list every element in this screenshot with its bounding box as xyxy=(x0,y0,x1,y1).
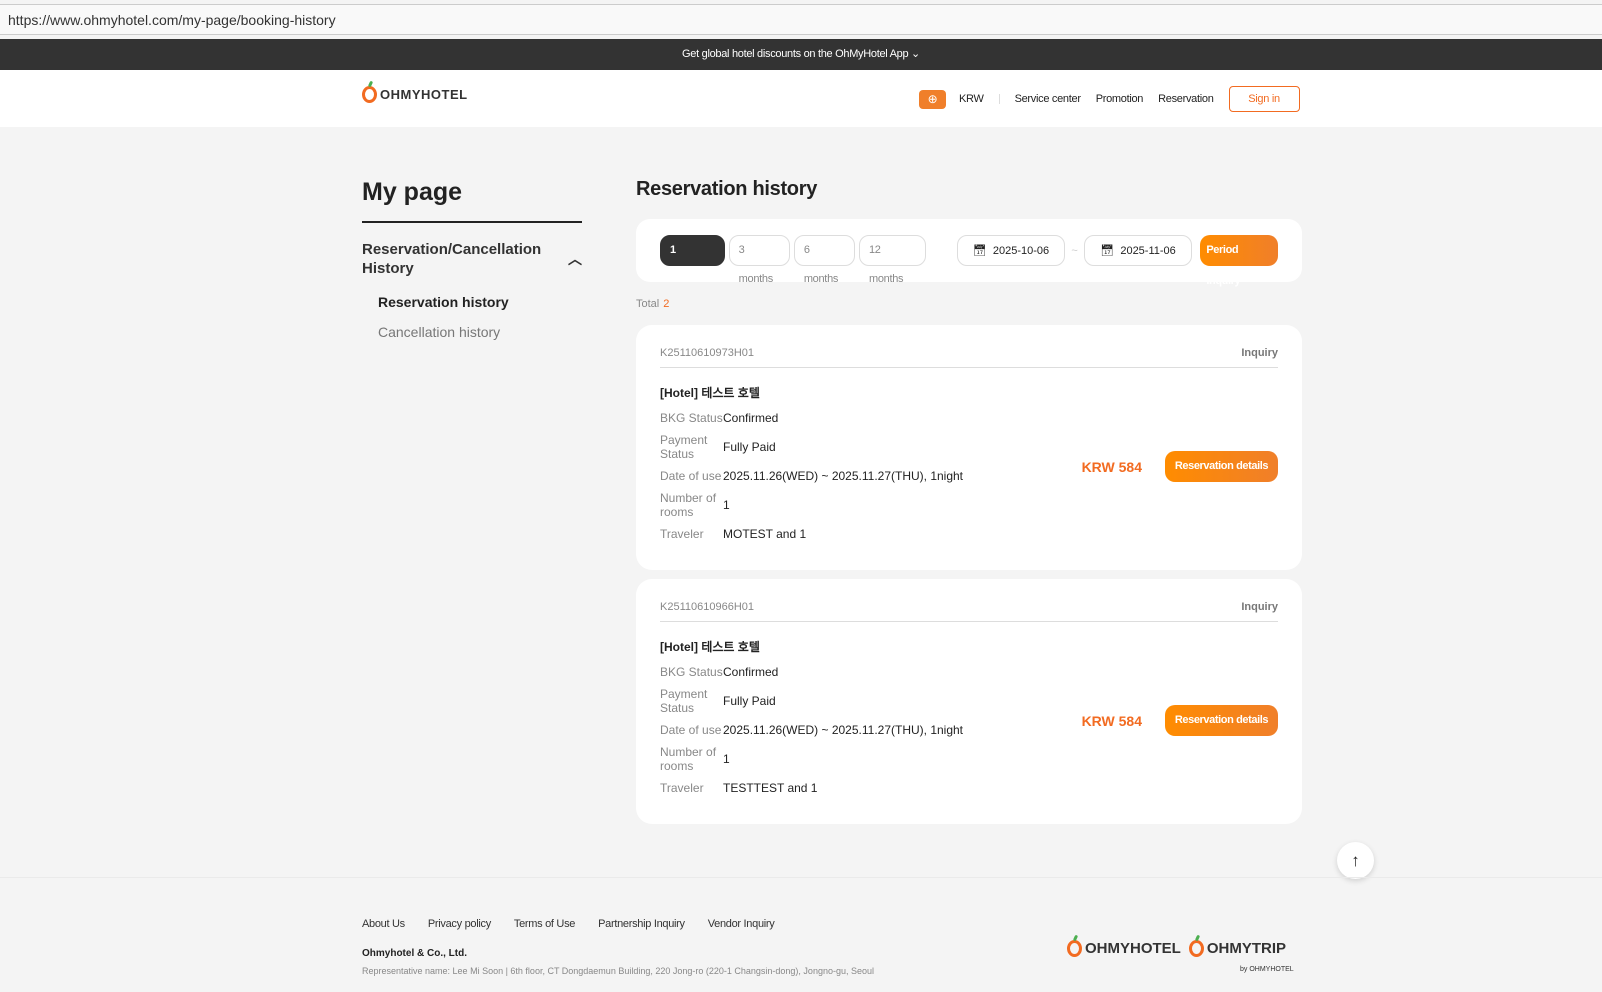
booking-status: Confirmed xyxy=(723,411,779,425)
label: Payment Status xyxy=(660,687,708,715)
booking-price: KRW 584 xyxy=(1081,713,1142,729)
site-header: OHMYHOTEL ⊕ KRW Service center Promotion… xyxy=(0,70,1602,127)
nav-promotion[interactable]: Promotion xyxy=(1096,93,1144,105)
reservation-details-button[interactable]: Reservation details xyxy=(1165,705,1278,736)
address-bar[interactable]: https://www.ohmyhotel.com/my-page/bookin… xyxy=(0,4,1602,35)
period-6-months[interactable]: 6 months xyxy=(793,235,855,285)
logo-text: OHMYHOTEL xyxy=(380,87,468,102)
total-value: 2 xyxy=(663,298,670,310)
sidebar-title: My page xyxy=(362,178,582,223)
footer-link-terms[interactable]: Terms of Use xyxy=(514,918,576,930)
scroll-to-top-button[interactable]: ↑ xyxy=(1337,842,1374,879)
booking-card: K25110610973H01 Inquiry [Hotel] 테스트 호텔 BK… xyxy=(636,325,1302,570)
inquiry-link[interactable]: Inquiry xyxy=(1241,347,1278,359)
calendar-icon: 📅︎ xyxy=(972,245,987,257)
sidebar: My page Reservation/Cancellation History… xyxy=(362,178,582,340)
period-1-month[interactable]: 1 months xyxy=(660,235,725,285)
start-date-field[interactable]: 📅︎ 2025-10-06 xyxy=(956,235,1066,266)
chevron-up-icon: ︿ xyxy=(568,250,582,267)
ohmyhotel-logo: OHMYHOTEL xyxy=(1085,940,1181,957)
orange-logo-icon xyxy=(362,86,377,103)
top-nav: ⊕ KRW Service center Promotion Reservati… xyxy=(919,86,1300,112)
period-12-months[interactable]: 12 months xyxy=(858,235,926,285)
room-count: 1 xyxy=(723,498,730,512)
label: Date of use xyxy=(660,469,722,483)
main-content: Reservation history 1 months 3 months 6 … xyxy=(636,178,1302,833)
period-3-months[interactable]: 3 months xyxy=(728,235,790,285)
app-promo-banner[interactable]: Get global hotel discounts on the OhMyHo… xyxy=(0,39,1602,70)
date-of-use: 2025.11.26(WED) ~ 2025.11.27(THU), 1nigh… xyxy=(723,469,964,483)
nav-reservation[interactable]: Reservation xyxy=(1158,93,1214,105)
reservation-details-button[interactable]: Reservation details xyxy=(1165,451,1278,482)
calendar-icon: 📅︎ xyxy=(1100,245,1115,257)
booking-status: Confirmed xyxy=(723,665,779,679)
arrow-up-icon: ↑ xyxy=(1351,851,1360,870)
payment-status: Fully Paid xyxy=(723,440,776,454)
label: Traveler xyxy=(660,781,704,795)
sign-in-button[interactable]: Sign in xyxy=(1228,86,1300,112)
period-inquiry-button[interactable]: Period inquiry xyxy=(1200,235,1279,287)
label: BKG Status xyxy=(660,665,723,679)
end-date-field[interactable]: 📅︎ 2025-11-06 xyxy=(1083,235,1193,266)
hotel-name: [Hotel] 테스트 호텔 xyxy=(660,386,760,400)
company-address: Representative name: Lee Mi Soon | 6th f… xyxy=(362,966,874,976)
label: Traveler xyxy=(660,527,704,541)
label: BKG Status xyxy=(660,411,723,425)
divider xyxy=(998,94,1000,104)
label: Number of rooms xyxy=(660,491,717,519)
booking-price: KRW 584 xyxy=(1081,459,1142,475)
section-label: Reservation/Cancellation History xyxy=(362,241,542,277)
label: Payment Status xyxy=(660,433,708,461)
total-label: Total xyxy=(636,298,660,310)
footer-link-about[interactable]: About Us xyxy=(362,918,405,930)
booking-id: K25110610973H01 xyxy=(660,347,754,359)
orange-logo-icon xyxy=(1188,940,1204,957)
company-name: Ohmyhotel & Co., Ltd. xyxy=(362,948,467,959)
sidebar-item-reservation-history[interactable]: Reservation history xyxy=(378,294,582,310)
end-date-value: 2025-11-06 xyxy=(1120,244,1176,257)
label: Date of use xyxy=(660,723,722,737)
nav-service-center[interactable]: Service center xyxy=(1015,93,1081,105)
currency-selector[interactable]: KRW xyxy=(959,93,984,105)
booking-card: K25110610966H01 Inquiry [Hotel] 테스트 호텔 BK… xyxy=(636,579,1302,824)
payment-status: Fully Paid xyxy=(723,694,776,708)
room-count: 1 xyxy=(723,752,730,766)
ohmytrip-logo: OHMYTRIP xyxy=(1206,940,1287,957)
sidebar-item-cancellation-history[interactable]: Cancellation history xyxy=(378,324,582,340)
footer-link-privacy[interactable]: Privacy policy xyxy=(428,918,491,930)
footer-link-partnership[interactable]: Partnership Inquiry xyxy=(598,918,685,930)
logo[interactable]: OHMYHOTEL xyxy=(362,86,468,103)
date-separator: ~ xyxy=(1071,244,1078,257)
period-filter: 1 months 3 months 6 months 12 months 📅︎ 2… xyxy=(636,219,1302,287)
booking-id: K25110610966H01 xyxy=(660,601,754,613)
traveler: TESTTEST and 1 xyxy=(723,781,818,795)
sidebar-section-toggle[interactable]: Reservation/Cancellation History ︿ xyxy=(362,240,582,278)
by-ohmyhotel: by OHMYHOTEL xyxy=(1240,966,1294,973)
hotel-name: [Hotel] 테스트 호텔 xyxy=(660,640,760,654)
orange-logo-icon xyxy=(1067,940,1082,957)
traveler: MOTEST and 1 xyxy=(723,527,807,541)
promo-text: Get global hotel discounts on the OhMyHo… xyxy=(682,48,909,60)
footer-logos: OHMYHOTEL OHMYTRIP xyxy=(1067,940,1286,957)
start-date-value: 2025-10-06 xyxy=(992,244,1050,257)
footer-link-vendor[interactable]: Vendor Inquiry xyxy=(708,918,775,930)
date-of-use: 2025.11.26(WED) ~ 2025.11.27(THU), 1nigh… xyxy=(723,723,964,737)
page-title: Reservation history xyxy=(636,178,818,200)
label: Number of rooms xyxy=(660,745,717,773)
globe-icon[interactable]: ⊕ xyxy=(919,89,946,109)
inquiry-link[interactable]: Inquiry xyxy=(1241,601,1278,613)
chevron-down-icon: ⌄ xyxy=(911,48,920,60)
footer: About Us Privacy policy Terms of Use Par… xyxy=(0,877,1602,992)
total-count: Total 2 xyxy=(636,298,1302,310)
